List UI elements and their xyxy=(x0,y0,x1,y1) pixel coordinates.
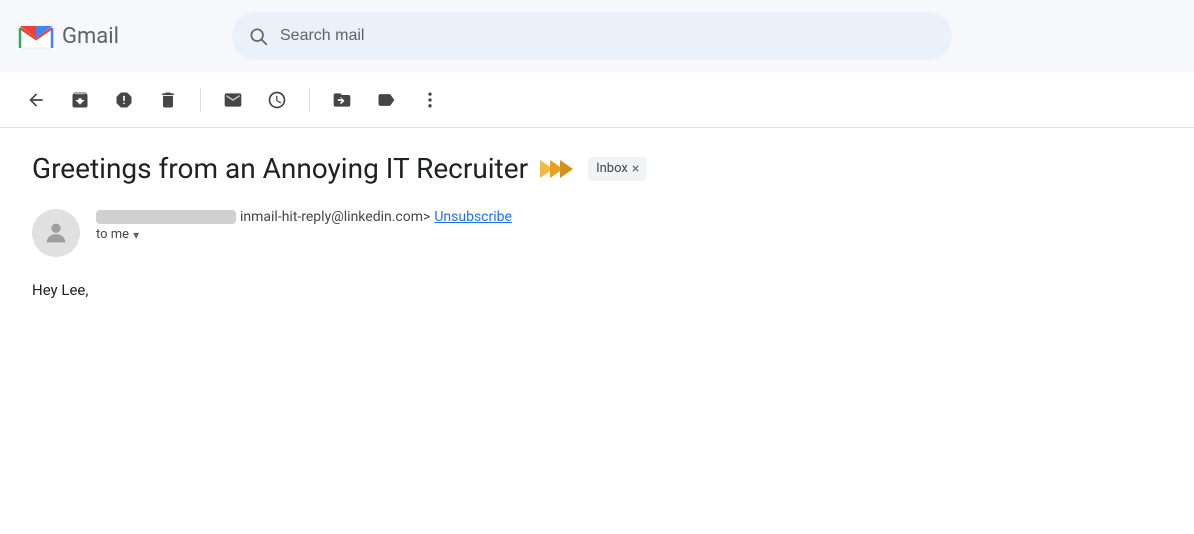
toolbar-divider-1 xyxy=(200,88,201,112)
archive-icon xyxy=(70,90,90,110)
back-arrow-icon xyxy=(26,90,46,110)
inbox-tag-label: Inbox xyxy=(596,161,628,176)
mark-unread-icon xyxy=(223,90,243,110)
sender-name-blurred xyxy=(96,210,236,224)
search-input[interactable] xyxy=(280,27,936,45)
move-icon xyxy=(332,90,352,110)
back-button[interactable] xyxy=(16,80,56,120)
app-title-label: Gmail xyxy=(62,24,119,49)
snooze-icon xyxy=(267,90,287,110)
delete-icon xyxy=(158,90,178,110)
inbox-tag-close[interactable]: × xyxy=(632,161,639,177)
search-icon xyxy=(248,26,268,46)
delete-button[interactable] xyxy=(148,80,188,120)
email-toolbar xyxy=(0,72,1194,128)
to-me-label: to me xyxy=(96,227,129,242)
gmail-logo-icon xyxy=(16,16,56,56)
double-arrow-icon xyxy=(540,157,576,181)
label-icon xyxy=(376,90,396,110)
mark-unread-button[interactable] xyxy=(213,80,253,120)
email-content: Greetings from an Annoying IT Recruiter … xyxy=(0,128,1194,323)
more-button[interactable] xyxy=(410,80,450,120)
email-body: Hey Lee, xyxy=(32,281,1162,299)
avatar-person-icon xyxy=(42,219,70,247)
archive-button[interactable] xyxy=(60,80,100,120)
to-me-row[interactable]: to me ▾ xyxy=(96,227,512,242)
search-bar[interactable] xyxy=(232,12,952,60)
sender-avatar xyxy=(32,209,80,257)
chevron-down-icon: ▾ xyxy=(133,228,139,242)
label-button[interactable] xyxy=(366,80,406,120)
forward-arrows-icon xyxy=(540,157,576,181)
move-button[interactable] xyxy=(322,80,362,120)
sender-info: inmail-hit-reply@linkedin.com> Unsubscri… xyxy=(96,209,512,242)
inbox-tag: Inbox × xyxy=(588,157,647,181)
spam-icon xyxy=(114,90,134,110)
snooze-button[interactable] xyxy=(257,80,297,120)
logo-area: Gmail xyxy=(16,16,216,56)
more-icon xyxy=(420,90,440,110)
app-header: Gmail xyxy=(0,0,1194,72)
email-greeting: Hey Lee, xyxy=(32,281,1162,299)
sender-name-row: inmail-hit-reply@linkedin.com> Unsubscri… xyxy=(96,209,512,225)
toolbar-divider-2 xyxy=(309,88,310,112)
sender-email: inmail-hit-reply@linkedin.com> xyxy=(240,209,430,225)
unsubscribe-link[interactable]: Unsubscribe xyxy=(434,209,512,225)
spam-button[interactable] xyxy=(104,80,144,120)
email-subject: Greetings from an Annoying IT Recruiter xyxy=(32,152,528,185)
email-subject-row: Greetings from an Annoying IT Recruiter … xyxy=(32,152,1162,185)
sender-row: inmail-hit-reply@linkedin.com> Unsubscri… xyxy=(32,209,1162,257)
